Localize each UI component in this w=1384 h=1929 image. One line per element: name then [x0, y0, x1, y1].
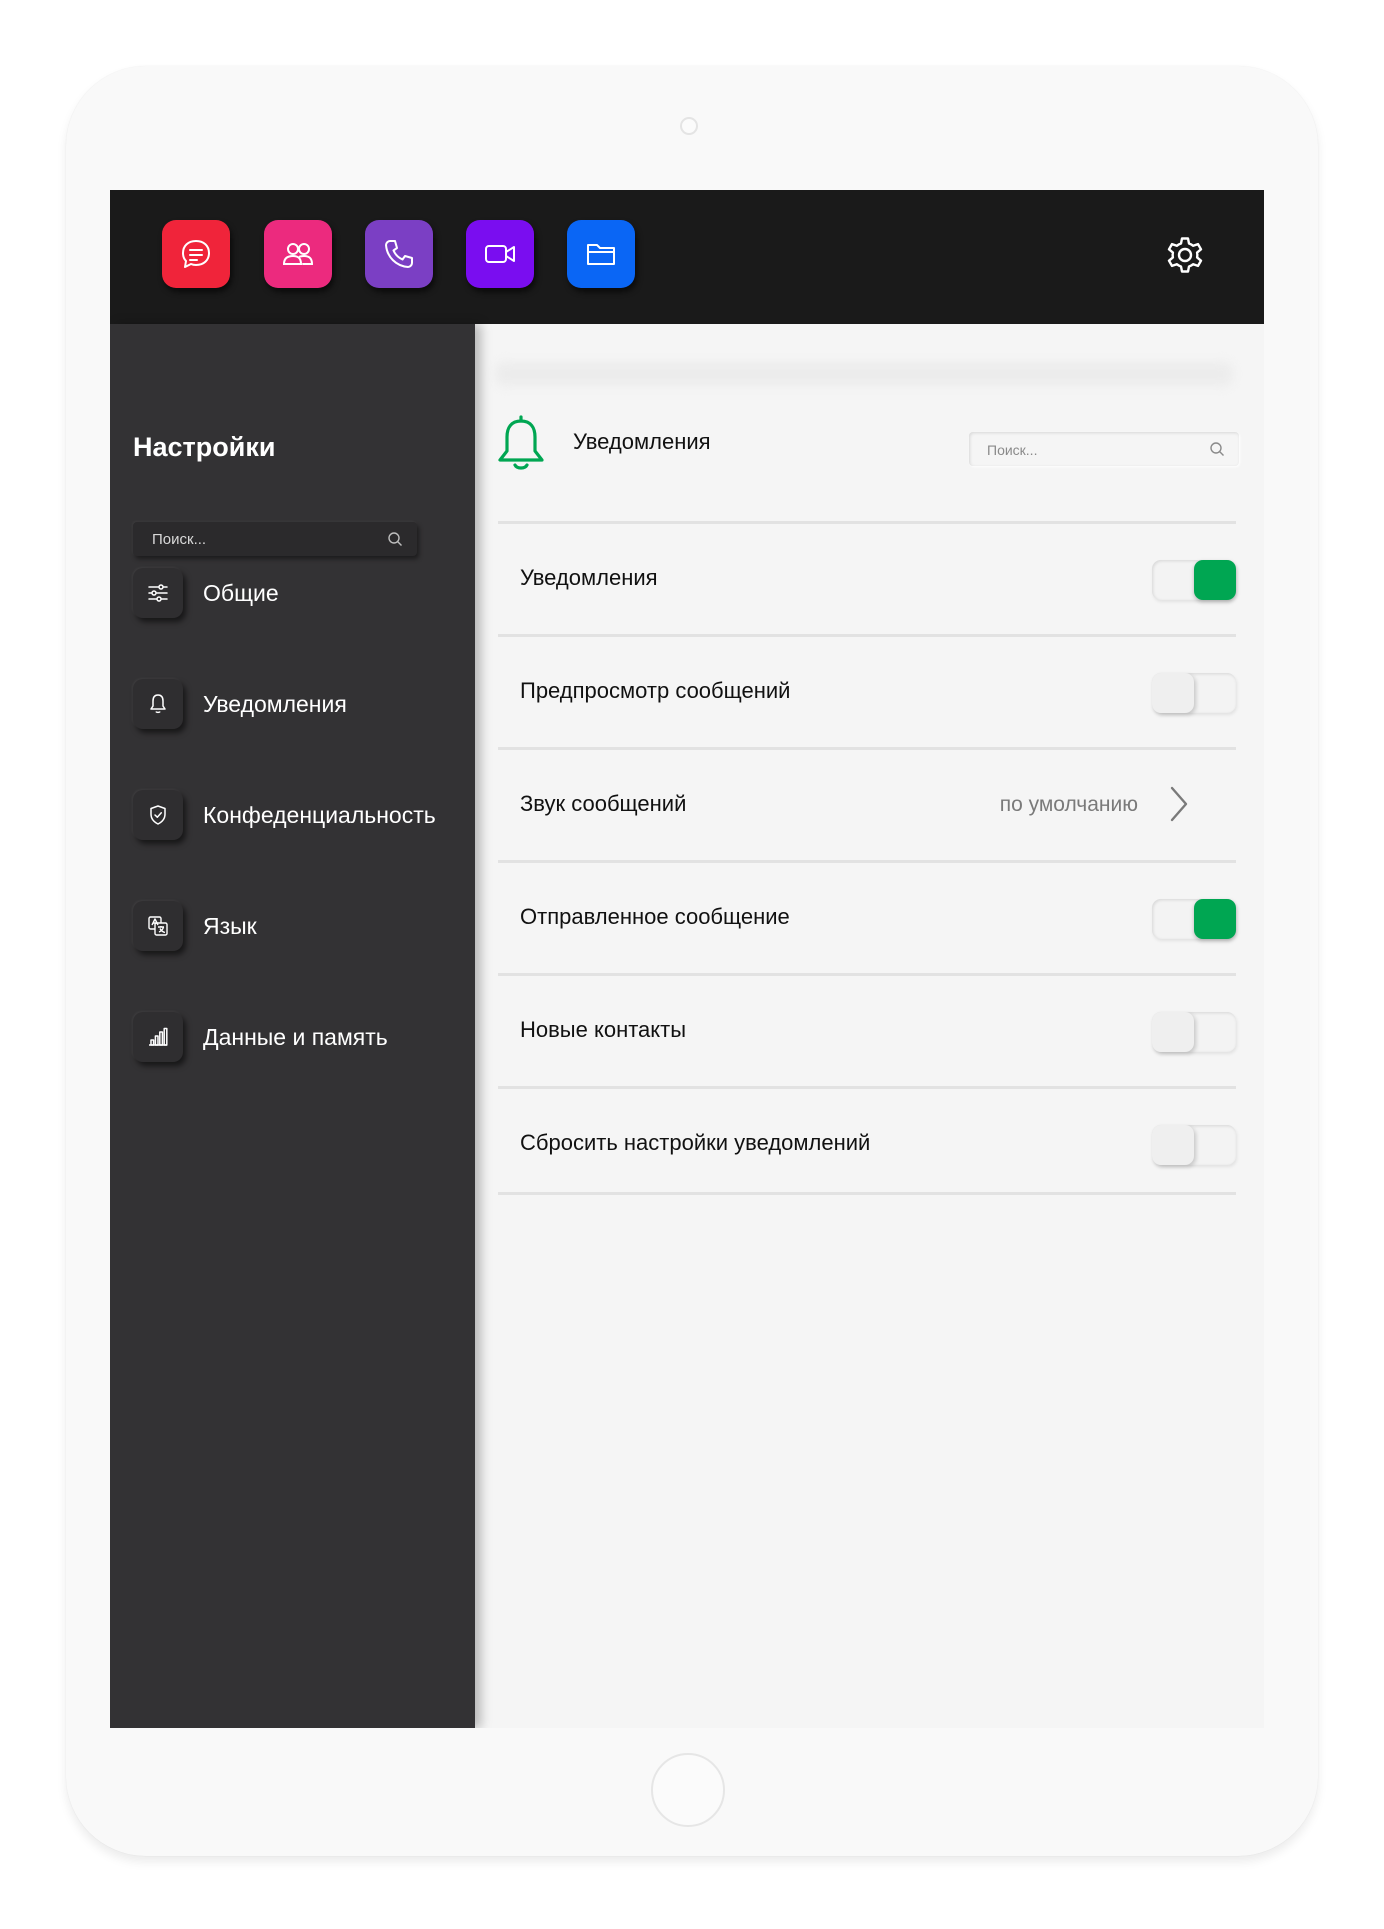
- sidebar-item-data-storage[interactable]: Данные и память: [133, 1011, 388, 1063]
- notifications-toggle[interactable]: [1152, 560, 1236, 600]
- toggle-knob: [1152, 1012, 1194, 1052]
- sidebar-item-label: Данные и память: [203, 1023, 388, 1050]
- sent-message-toggle[interactable]: [1152, 899, 1236, 939]
- toggle-knob: [1152, 673, 1194, 713]
- gear-icon[interactable]: [1163, 233, 1207, 277]
- search-icon: [1210, 442, 1224, 456]
- shield-icon: [150, 805, 166, 825]
- sidebar-icon-box: [133, 901, 183, 951]
- setting-label: Звук сообщений: [520, 791, 687, 816]
- phone-icon: [385, 240, 413, 268]
- toggle-knob: [1194, 899, 1236, 939]
- sidebar-item-label: Общие: [203, 579, 279, 606]
- setting-label: Сбросить настройки уведомлений: [520, 1130, 871, 1155]
- video-app-button[interactable]: [466, 220, 534, 288]
- bell-icon: [150, 694, 166, 714]
- divider: [498, 1192, 1236, 1195]
- setting-row-reset-notifications: Сбросить настройки уведомлений: [498, 1089, 1236, 1199]
- toggle-knob: [1152, 1125, 1194, 1165]
- screen: Настройки Поиск... Общие Уведомления Кон…: [110, 190, 1264, 1728]
- setting-row-sent-message: Отправленное сообщение: [498, 863, 1236, 973]
- sidebar-icon-box: [133, 568, 183, 618]
- new-contacts-toggle[interactable]: [1152, 1012, 1236, 1052]
- toggle-knob: [1194, 560, 1236, 600]
- sidebar-icon-box: [133, 1012, 183, 1062]
- setting-label: Предпросмотр сообщений: [520, 678, 791, 703]
- sidebar-search-placeholder: Поиск...: [152, 531, 207, 548]
- setting-label: Уведомления: [520, 565, 658, 590]
- sidebar-item-language[interactable]: Язык: [133, 900, 257, 952]
- page-title: Уведомления: [573, 429, 711, 454]
- files-app-button[interactable]: [567, 220, 635, 288]
- sidebar-title: Настройки: [133, 432, 276, 462]
- notifications-panel: Уведомления Поиск... Уведомления Предпро…: [475, 324, 1264, 1728]
- reset-notifications-toggle[interactable]: [1152, 1125, 1236, 1165]
- content-search-input[interactable]: Поиск...: [969, 432, 1239, 466]
- translate-icon: [148, 916, 168, 936]
- setting-row-notifications: Уведомления: [498, 524, 1236, 634]
- folder-icon: [587, 244, 615, 265]
- chat-app-button[interactable]: [162, 220, 230, 288]
- message-preview-toggle[interactable]: [1152, 673, 1236, 713]
- setting-row-new-contacts: Новые контакты: [498, 976, 1236, 1086]
- sidebar-item-general[interactable]: Общие: [133, 567, 279, 619]
- contacts-icon: [282, 243, 314, 265]
- camera: [680, 117, 698, 135]
- sidebar-item-privacy[interactable]: Конфеденциальность: [133, 789, 436, 841]
- sidebar: Настройки Поиск... Общие Уведомления Кон…: [110, 324, 475, 1728]
- phone-app-button[interactable]: [365, 220, 433, 288]
- sidebar-search-input[interactable]: Поиск...: [133, 522, 417, 556]
- sidebar-item-label: Язык: [203, 912, 257, 939]
- sidebar-item-label: Конфеденциальность: [203, 801, 436, 828]
- setting-value: по умолчанию: [999, 793, 1138, 816]
- chevron-right-icon[interactable]: [1167, 784, 1191, 824]
- chat-icon: [182, 240, 210, 268]
- home-button[interactable]: [651, 1753, 725, 1827]
- sidebar-icon-box: [133, 679, 183, 729]
- contacts-app-button[interactable]: [264, 220, 332, 288]
- setting-label: Отправленное сообщение: [520, 904, 790, 929]
- blurred-header-bar: [495, 362, 1233, 386]
- sidebar-icon-box: [133, 790, 183, 840]
- search-icon: [388, 532, 402, 546]
- sidebar-item-notifications[interactable]: Уведомления: [133, 678, 347, 730]
- video-icon: [485, 245, 515, 263]
- sliders-icon: [148, 584, 168, 602]
- bell-icon: [498, 415, 544, 470]
- setting-row-message-preview: Предпросмотр сообщений: [498, 637, 1236, 747]
- top-app-bar: [110, 190, 1264, 324]
- content-search-placeholder: Поиск...: [987, 442, 1038, 458]
- sidebar-item-label: Уведомления: [203, 690, 347, 717]
- setting-label: Новые контакты: [520, 1017, 687, 1042]
- setting-row-message-sound[interactable]: Звук сообщений по умолчанию: [498, 750, 1236, 860]
- bar-chart-icon: [149, 1027, 168, 1046]
